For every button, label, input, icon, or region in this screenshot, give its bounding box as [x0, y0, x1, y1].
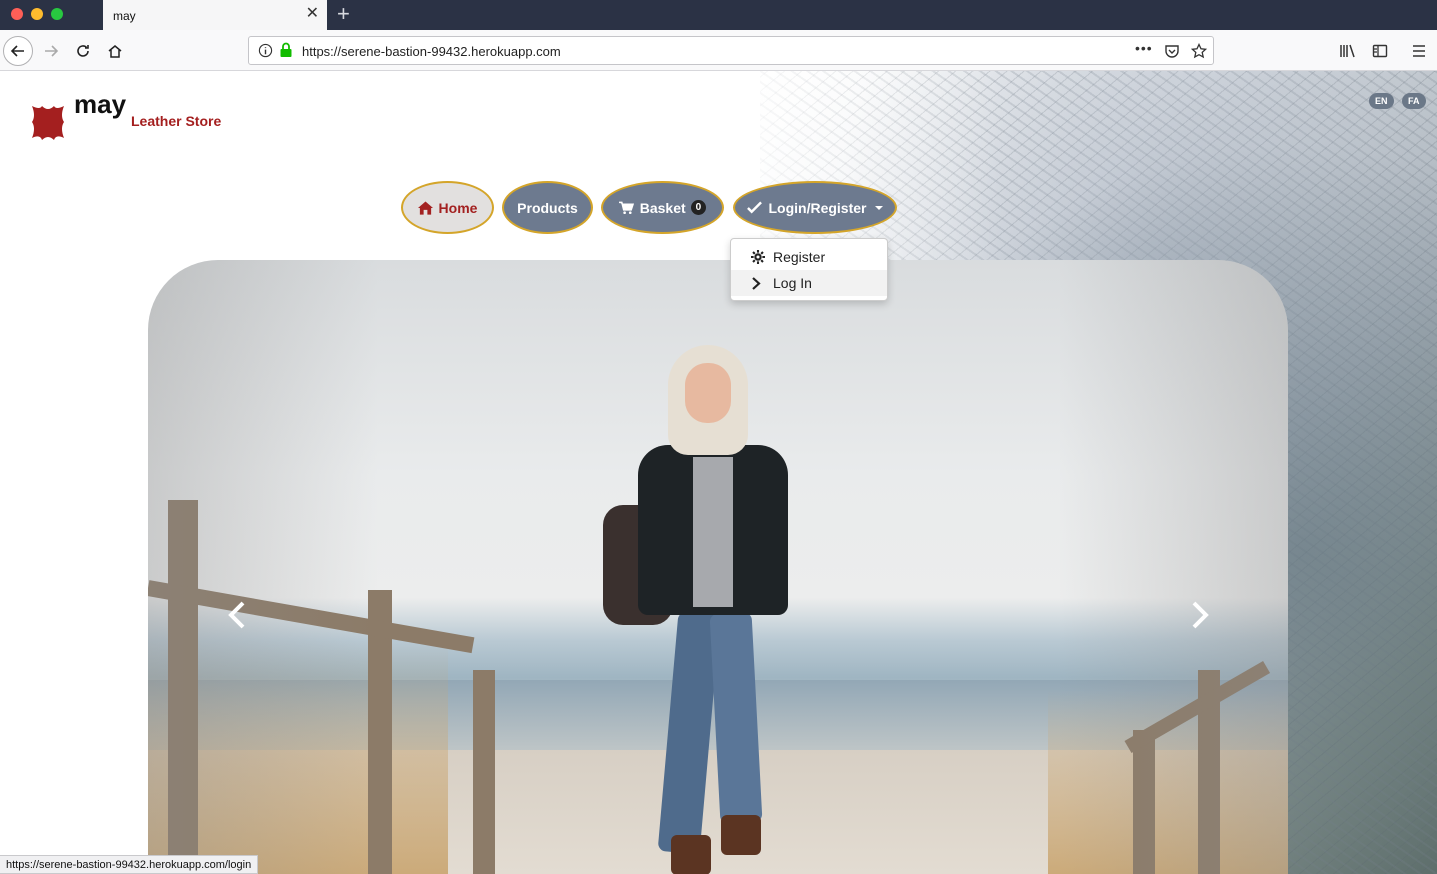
menu-button[interactable] [1404, 36, 1434, 66]
chevron-right-icon [751, 276, 773, 290]
language-en-button[interactable]: EN [1369, 93, 1394, 109]
back-button[interactable] [3, 36, 33, 66]
arrow-right-icon [45, 45, 59, 57]
home-button[interactable] [100, 36, 130, 66]
carousel-next-button[interactable] [1185, 600, 1215, 630]
hamburger-icon [1413, 45, 1425, 57]
web-page: may Leather Store EN FA Home Products Ba… [0, 71, 1437, 874]
sidebar-button[interactable] [1365, 36, 1395, 66]
nav-basket-label: Basket [639, 199, 686, 216]
caret-down-icon [874, 205, 883, 210]
brand-subtitle: Leather Store [131, 113, 222, 129]
nav-home-button[interactable]: Home [401, 181, 494, 234]
chevron-right-icon [1192, 601, 1209, 629]
browser-tab-bar: may ✕ + [0, 0, 1437, 30]
bookmark-star-icon [1191, 43, 1207, 59]
login-register-dropdown: Register Log In [730, 238, 888, 301]
pocket-icon [1165, 45, 1179, 58]
basket-count-badge: 0 [690, 200, 707, 215]
chevron-left-icon [228, 601, 245, 629]
cart-icon [618, 201, 634, 215]
reload-icon [77, 45, 89, 57]
new-tab-button[interactable]: + [337, 3, 350, 25]
home-icon [108, 45, 122, 58]
sidebar-icon [1372, 44, 1388, 58]
dropdown-item-label: Register [773, 249, 826, 265]
library-icon [1340, 44, 1355, 58]
brand-name[interactable]: may [74, 89, 126, 120]
library-button[interactable] [1333, 36, 1363, 66]
nav-basket-button[interactable]: Basket 0 [601, 181, 724, 234]
lock-icon [280, 42, 292, 57]
maximize-window-button[interactable] [51, 8, 63, 20]
dropdown-item-login[interactable]: Log In [731, 270, 887, 296]
model-photo [603, 345, 823, 874]
nav-login-register-button[interactable]: Login/Register [733, 181, 897, 234]
home-icon [417, 200, 433, 215]
address-bar[interactable]: https://serene-bastion-99432.herokuapp.c… [248, 36, 1214, 65]
reload-button[interactable] [68, 36, 98, 66]
tab-close-icon[interactable]: ✕ [306, 6, 319, 22]
dropdown-item-label: Log In [773, 275, 812, 291]
gear-icon [751, 250, 773, 264]
nav-products-label: Products [517, 199, 578, 216]
check-icon [747, 201, 763, 214]
tab-title: may [113, 9, 136, 23]
language-fa-button[interactable]: FA [1402, 93, 1426, 109]
dropdown-item-register[interactable]: Register [731, 244, 887, 270]
arrow-left-icon [10, 45, 24, 57]
browser-toolbar: https://serene-bastion-99432.herokuapp.c… [0, 30, 1437, 71]
nav-products-button[interactable]: Products [502, 181, 593, 234]
forward-button[interactable] [36, 36, 66, 66]
status-bar-url: https://serene-bastion-99432.herokuapp.c… [0, 855, 259, 874]
minimize-window-button[interactable] [31, 8, 43, 20]
carousel-prev-button[interactable] [222, 600, 252, 630]
browser-tab[interactable]: may ✕ [103, 0, 327, 30]
info-icon [258, 43, 273, 58]
leather-hide-logo-icon[interactable] [28, 102, 68, 142]
nav-login-label: Login/Register [768, 199, 867, 216]
hero-carousel [148, 260, 1288, 874]
nav-home-label: Home [438, 199, 478, 216]
close-window-button[interactable] [11, 8, 23, 20]
url-text: https://serene-bastion-99432.herokuapp.c… [302, 44, 561, 59]
page-actions-icon[interactable]: ••• [1135, 40, 1153, 56]
